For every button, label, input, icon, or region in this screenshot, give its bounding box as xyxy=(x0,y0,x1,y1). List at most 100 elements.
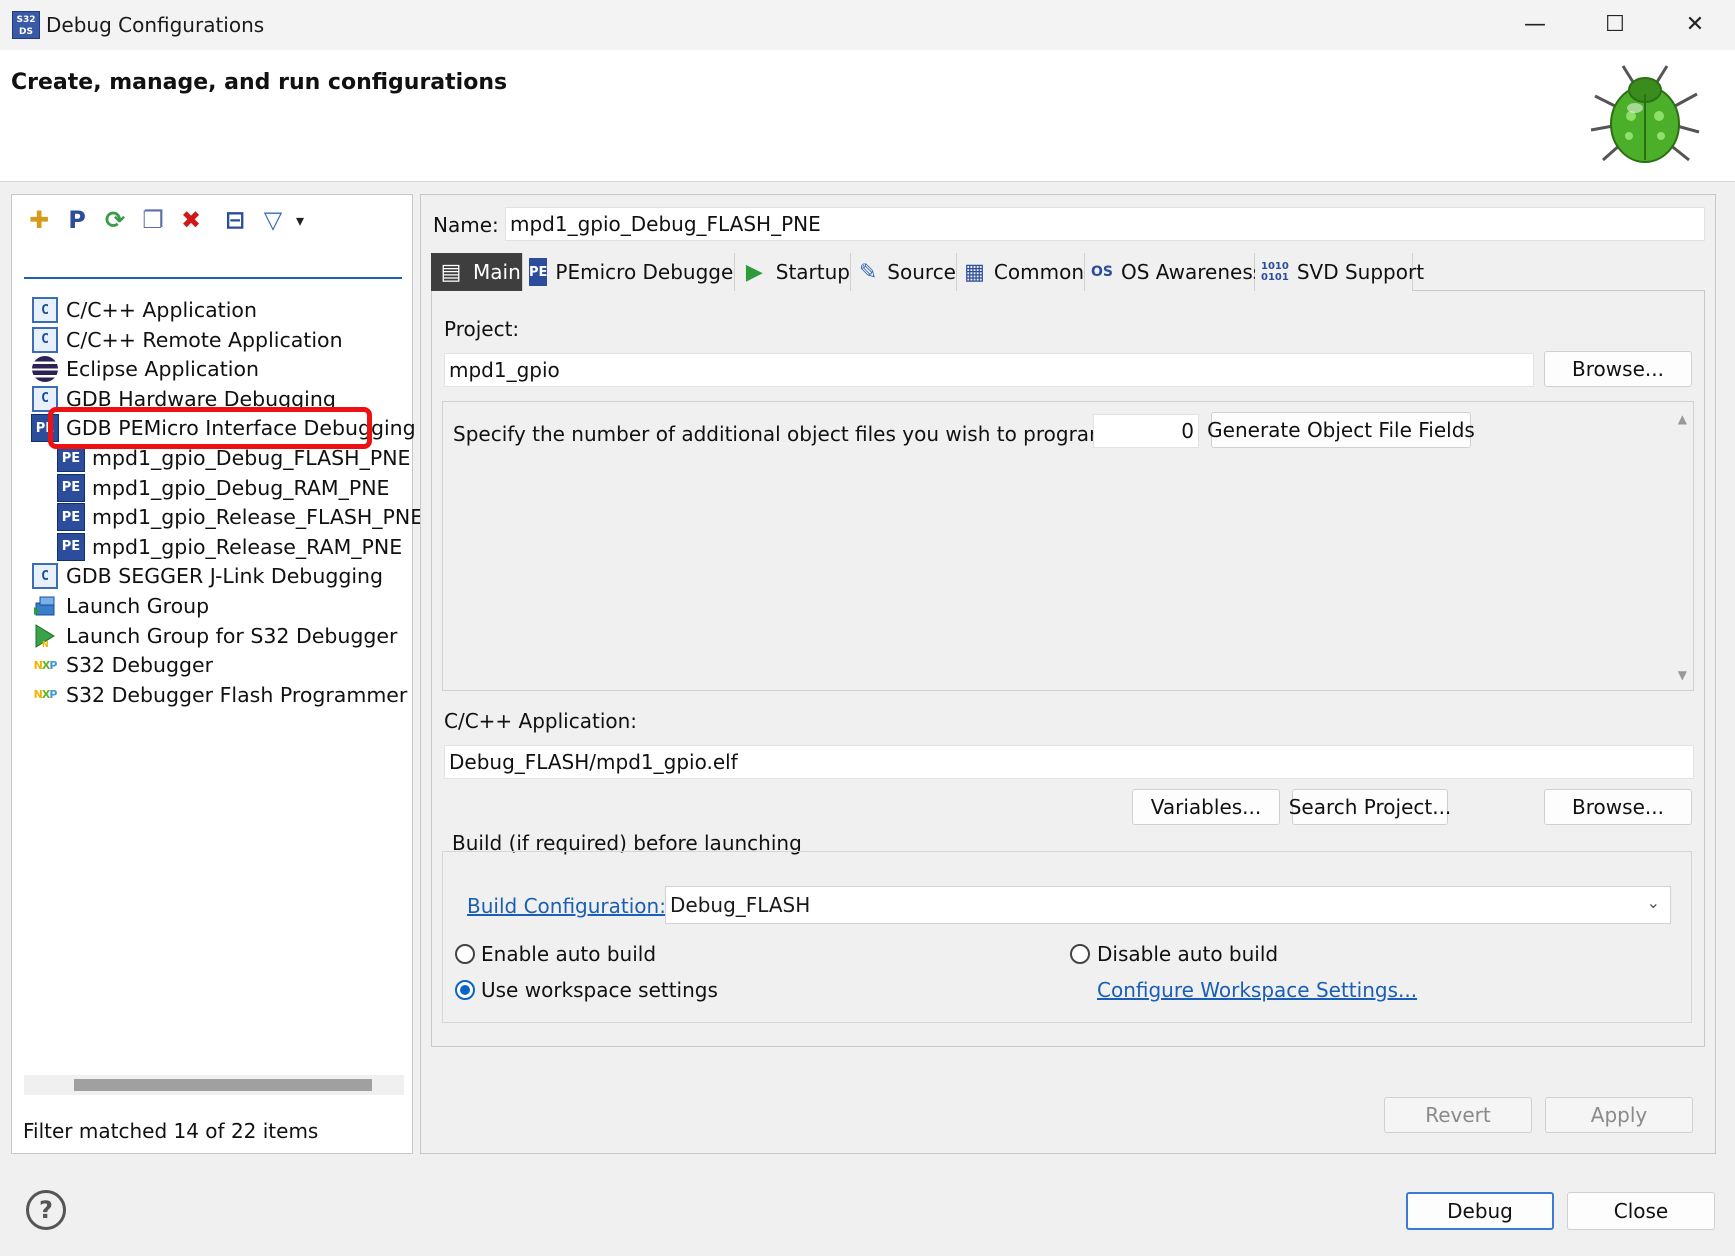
tab-common[interactable]: ▦ Common xyxy=(957,253,1085,291)
tree-item[interactable]: C GDB SEGGER J-Link Debugging xyxy=(30,561,383,591)
search-project-button[interactable]: Search Project... xyxy=(1289,789,1451,825)
tree-item-label: GDB SEGGER J-Link Debugging xyxy=(66,564,384,589)
object-files-area: Specify the number of additional object … xyxy=(442,401,1694,691)
pe-icon: PE xyxy=(56,473,86,503)
tree-item[interactable]: PE GDB PEMicro Interface Debugging xyxy=(30,413,416,443)
tab-startup[interactable]: ▶ Startup xyxy=(735,253,851,291)
delete-icon[interactable]: ✖ xyxy=(174,203,208,237)
tab-label: Common xyxy=(993,260,1084,284)
tab-os-awareness[interactable]: OS OS Awareness xyxy=(1085,253,1263,291)
svd-icon: 1010 0101 xyxy=(1261,261,1289,283)
build-group: Build Configuration: Debug_FLASH ⌄ Enabl… xyxy=(442,851,1692,1023)
scroll-down-icon[interactable]: ▼ xyxy=(1678,668,1687,682)
collapse-all-icon[interactable]: ⊟ xyxy=(218,203,252,237)
tab-label: SVD Support xyxy=(1296,260,1425,284)
common-icon: ▦ xyxy=(964,259,985,285)
project-field[interactable]: mpd1_gpio xyxy=(444,353,1534,387)
new-prototype-icon[interactable]: P xyxy=(60,203,94,237)
build-configuration-link[interactable]: Build Configuration: xyxy=(467,894,666,918)
tree-item[interactable]: Eclipse Application xyxy=(30,354,259,384)
configure-workspace-settings-link[interactable]: Configure Workspace Settings... xyxy=(1097,978,1417,1002)
tree-item-label: C/C++ Remote Application xyxy=(66,327,343,352)
tree-item-label: mpd1_gpio_Release_FLASH_PNE xyxy=(92,505,424,530)
tree-item[interactable]: NXP S32 Debugger xyxy=(30,650,213,680)
scrollbar-thumb[interactable] xyxy=(74,1079,372,1091)
help-icon[interactable]: ? xyxy=(26,1190,66,1230)
tab-label: Startup xyxy=(775,260,850,284)
maximize-button[interactable]: ☐ xyxy=(1575,0,1655,50)
generate-object-file-fields-button[interactable]: Generate Object File Fields xyxy=(1207,412,1475,448)
tree-item-label: mpd1_gpio_Release_RAM_PNE xyxy=(92,534,403,559)
tree-item[interactable]: NXP S32 Debugger Flash Programmer xyxy=(30,680,408,710)
tree-item[interactable]: PE mpd1_gpio_Debug_FLASH_PNE xyxy=(56,443,411,473)
c-icon: C xyxy=(30,295,60,325)
tree-item[interactable]: C C/C++ Application xyxy=(30,295,257,325)
tab-label: Source xyxy=(887,260,956,284)
project-label: Project: xyxy=(444,317,520,341)
build-configuration-select[interactable]: Debug_FLASH ⌄ xyxy=(665,886,1671,924)
tree-item[interactable]: N Launch Group for S32 Debugger xyxy=(30,621,397,651)
object-files-count-field[interactable]: 0 xyxy=(1093,414,1199,448)
svg-text:N: N xyxy=(42,640,49,649)
tab-svd-support[interactable]: 1010 0101 SVD Support xyxy=(1255,253,1424,291)
configuration-list-panel: ✚ P ⟳ ❐ ✖ ⊟ ▽ ▾ C C/C++ Application C C/C++ Remote… xyxy=(11,194,423,1154)
tab-bar: ▤ Main PE PEmicro Debugger ▶ Startup ✎ Source ▦ C… xyxy=(431,253,1705,291)
tab-source[interactable]: ✎ Source xyxy=(851,253,957,291)
title-bar: S32 DS Debug Configurations — ☐ ✕ xyxy=(0,0,1735,50)
apply-button[interactable]: Apply xyxy=(1545,1097,1693,1133)
tree-item[interactable]: PE mpd1_gpio_Release_FLASH_PNE xyxy=(56,502,423,532)
tab-pemicro-debugger[interactable]: PE PEmicro Debugger xyxy=(523,253,742,291)
chevron-down-icon: ⌄ xyxy=(1646,893,1660,912)
pe-icon: PE xyxy=(529,258,548,286)
export-icon[interactable]: ⟳ xyxy=(98,203,132,237)
horizontal-scrollbar[interactable] xyxy=(24,1075,404,1095)
main-tab-content: Project: mpd1_gpio Browse... Specify the… xyxy=(431,291,1705,1047)
close-button[interactable]: Close xyxy=(1567,1192,1715,1230)
tree-item-label: mpd1_gpio_Debug_RAM_PNE xyxy=(92,475,390,500)
debug-button[interactable]: Debug xyxy=(1406,1192,1554,1230)
duplicate-icon[interactable]: ❐ xyxy=(136,203,170,237)
tree-item[interactable]: Launch Group xyxy=(30,591,209,621)
bug-icon xyxy=(1590,65,1700,163)
tree-item[interactable]: C C/C++ Remote Application xyxy=(30,325,343,355)
tree-item-label: GDB PEMicro Interface Debugging xyxy=(66,416,416,441)
scroll-up-icon[interactable]: ▲ xyxy=(1678,412,1687,426)
disable-auto-build-label: Disable auto build xyxy=(1097,942,1279,966)
tree-item[interactable]: C GDB Hardware Debugging xyxy=(30,384,336,414)
tree-item-label: Launch Group for S32 Debugger xyxy=(66,623,398,648)
banner-title: Create, manage, and run configurations xyxy=(11,70,508,95)
close-window-button[interactable]: ✕ xyxy=(1655,0,1735,50)
application-browse-button[interactable]: Browse... xyxy=(1544,789,1692,825)
new-configuration-icon[interactable]: ✚ xyxy=(22,203,56,237)
disable-auto-build-radio[interactable] xyxy=(1070,944,1090,964)
application-field[interactable]: Debug_FLASH/mpd1_gpio.elf xyxy=(444,745,1694,779)
startup-icon: ▶ xyxy=(745,259,763,285)
revert-button[interactable]: Revert xyxy=(1384,1097,1532,1133)
tree-item[interactable]: PE mpd1_gpio_Debug_RAM_PNE xyxy=(56,473,390,503)
nxp-icon: NXP xyxy=(33,688,58,702)
filter-input[interactable] xyxy=(24,247,402,279)
minimize-button[interactable]: — xyxy=(1495,0,1575,50)
tab-label: Main xyxy=(473,260,521,284)
pe-icon: PE xyxy=(56,502,86,532)
pe-icon: PE xyxy=(30,413,60,443)
filter-icon[interactable]: ▽ xyxy=(256,203,290,237)
use-workspace-settings-label: Use workspace settings xyxy=(481,978,718,1002)
variables-button[interactable]: Variables... xyxy=(1132,789,1280,825)
tree-item[interactable]: PE mpd1_gpio_Release_RAM_PNE xyxy=(56,532,402,562)
object-files-label: Specify the number of additional object … xyxy=(453,422,1116,446)
tree-item-label: Eclipse Application xyxy=(66,357,259,382)
configuration-editor-panel: Name: mpd1_gpio_Debug_FLASH_PNE ▤ Main PE P… xyxy=(420,194,1716,1154)
name-field[interactable]: mpd1_gpio_Debug_FLASH_PNE xyxy=(505,207,1705,241)
enable-auto-build-radio[interactable] xyxy=(455,944,475,964)
os-icon: OS xyxy=(1091,264,1113,280)
project-browse-button[interactable]: Browse... xyxy=(1544,351,1692,387)
tree-item-label: C/C++ Application xyxy=(66,298,257,322)
source-icon: ✎ xyxy=(858,259,878,285)
launch-group-icon xyxy=(30,591,60,621)
enable-auto-build-label: Enable auto build xyxy=(481,942,657,966)
filter-menu-chevron-icon[interactable]: ▾ xyxy=(290,203,310,237)
use-workspace-settings-radio[interactable] xyxy=(455,980,475,1000)
launch-group-s32-icon: N xyxy=(30,621,60,651)
tab-main[interactable]: ▤ Main xyxy=(431,253,523,291)
